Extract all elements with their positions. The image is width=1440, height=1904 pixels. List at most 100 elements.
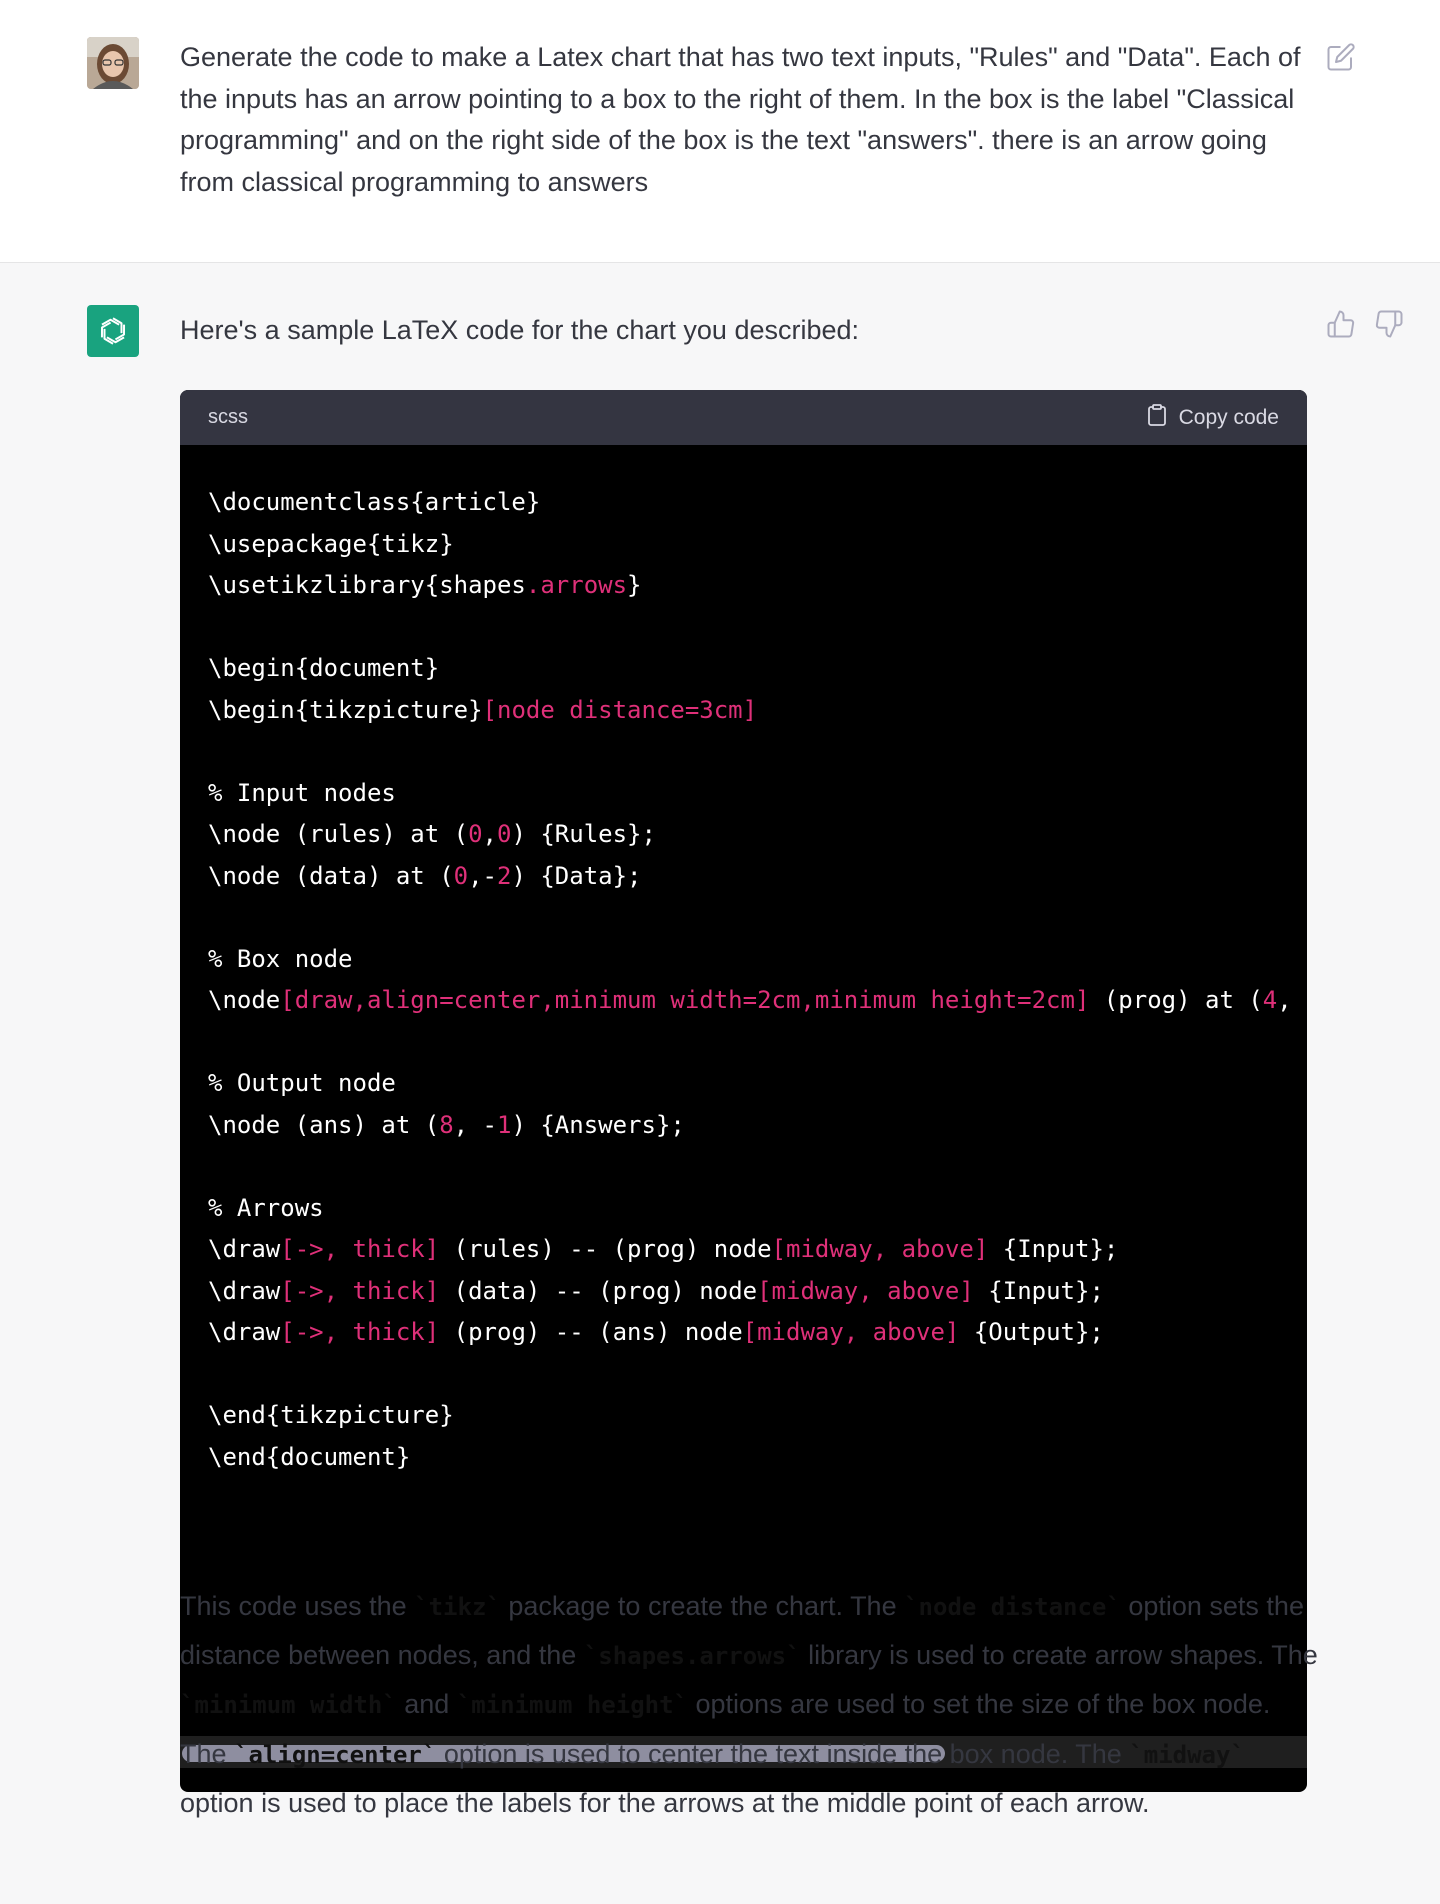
openai-logo-icon: [87, 305, 139, 357]
code-header: scss Copy code: [180, 390, 1307, 445]
code-token: [midway, above]: [771, 1235, 989, 1263]
code-token: \begin{tikzpicture}: [208, 695, 483, 724]
code-token: ,: [1277, 986, 1292, 1014]
copy-code-label: Copy code: [1178, 406, 1279, 429]
code-token: ) {Rules};: [511, 820, 656, 848]
code-line: \end{tikzpicture}: [208, 1395, 1307, 1437]
code-token: \usepackage{tikz}: [208, 529, 454, 558]
copy-code-button[interactable]: Copy code: [1145, 404, 1279, 432]
code-line: % Box node: [208, 939, 1307, 981]
assistant-intro: Here's a sample LaTeX code for the chart…: [180, 315, 860, 345]
inline-code: `midway`: [1129, 1740, 1245, 1769]
code-line: \end{document}: [208, 1437, 1307, 1479]
explanation-text: and: [396, 1689, 457, 1720]
inline-code: `node distance`: [904, 1593, 1121, 1621]
code-token: \draw: [208, 1276, 281, 1305]
inline-code: `minimum height`: [456, 1691, 688, 1720]
code-line: \node[draw,align=center,minimum width=2c…: [208, 980, 1307, 1022]
code-line: \draw[->, thick] (prog) -- (ans) node[mi…: [208, 1312, 1307, 1354]
thumbs-up-icon[interactable]: [1326, 309, 1356, 339]
code-token: ,: [482, 820, 497, 848]
code-token: % Output node: [208, 1069, 396, 1097]
inline-code: `align=center`: [234, 1740, 437, 1769]
code-token: % Box node: [208, 944, 353, 973]
code-token: \end{tikzpicture}: [208, 1401, 454, 1429]
code-token: [midway, above]: [757, 1276, 974, 1305]
code-token: % Arrows: [208, 1193, 324, 1222]
code-line: \begin{tikzpicture}[node distance=3cm]: [208, 690, 1307, 732]
code-token: ) {Data};: [511, 861, 642, 890]
code-token: (prog) at (: [1089, 986, 1263, 1014]
code-token: }: [627, 571, 642, 599]
code-line: \begin{document}: [208, 648, 1307, 690]
code-token: \usetikzlibrary{shapes: [208, 571, 526, 599]
code-token: \begin{document}: [208, 654, 440, 682]
code-token: 8: [439, 1110, 454, 1139]
code-line: \draw[->, thick] (rules) -- (prog) node[…: [208, 1229, 1307, 1271]
code-token: [->, thick]: [280, 1276, 440, 1305]
code-token: \node (data) at (: [208, 861, 454, 890]
code-line: % Arrows: [208, 1188, 1307, 1230]
code-token: (prog) -- (ans) node: [439, 1318, 743, 1346]
code-token: \node: [208, 986, 281, 1014]
code-token: 0: [497, 820, 512, 848]
code-token: [node distance=3cm]: [482, 695, 758, 724]
code-token: {Input};: [988, 1235, 1119, 1263]
code-token: {Output};: [959, 1318, 1104, 1346]
inline-code: `shapes.arrows`: [583, 1642, 801, 1671]
code-line: % Output node: [208, 1063, 1307, 1105]
code-token: ,-: [468, 861, 497, 890]
inline-code: `minimum width`: [180, 1691, 397, 1720]
code-token: (data) -- (prog) node: [439, 1276, 758, 1305]
code-token: \documentclass{article}: [208, 488, 541, 516]
code-token: \end{document}: [208, 1442, 411, 1471]
code-token: \node (ans) at (: [208, 1110, 440, 1139]
user-avatar: [87, 37, 139, 89]
code-token: [->, thick]: [280, 1318, 440, 1346]
code-line: \usepackage{tikz}: [208, 524, 1307, 566]
code-line: \node (rules) at (0,0) {Rules};: [208, 814, 1307, 856]
explanation-text: package to create the chart. The: [500, 1591, 905, 1621]
code-token: .arrows: [525, 571, 628, 599]
clipboard-icon: [1145, 402, 1169, 434]
edit-icon[interactable]: [1326, 42, 1356, 72]
code-token: , -: [453, 1110, 497, 1139]
explanation-text: This code uses the: [180, 1591, 415, 1621]
code-line: \node (data) at (0,-2) {Data};: [208, 856, 1307, 898]
explanation-text: option is used to place the labels for t…: [180, 1787, 1150, 1818]
code-token: 0: [468, 820, 483, 848]
code-token: % Input nodes: [208, 778, 396, 807]
code-token: [draw,align=center,minimum width=2cm,min…: [280, 986, 1090, 1014]
code-line: \node (ans) at (8, -1) {Answers};: [208, 1105, 1307, 1147]
code-token: \node (rules) at (: [208, 820, 469, 848]
assistant-message: Here's a sample LaTeX code for the chart…: [0, 264, 1440, 1904]
code-content[interactable]: \documentclass{article} \usepackage{tikz}…: [208, 482, 1307, 1478]
thumbs-down-icon[interactable]: [1374, 309, 1404, 339]
explanation-text: option is used to center the text inside…: [436, 1738, 1130, 1769]
explanation-text: library is used to create arrow shapes. …: [800, 1640, 1318, 1671]
code-token: [->, thick]: [280, 1235, 440, 1263]
code-line: \draw[->, thick] (data) -- (prog) node[m…: [208, 1271, 1307, 1313]
code-token: 1: [497, 1110, 512, 1139]
user-message: Generate the code to make a Latex chart …: [0, 0, 1440, 263]
code-language-label: scss: [208, 406, 248, 428]
code-token: 4: [1262, 986, 1278, 1014]
code-token: 2: [497, 861, 512, 890]
user-message-text: Generate the code to make a Latex chart …: [180, 42, 1301, 197]
code-line: \documentclass{article}: [208, 482, 1307, 524]
inline-code: `tikz`: [414, 1593, 501, 1621]
code-token: \draw: [208, 1318, 281, 1346]
code-token: 0: [453, 861, 469, 890]
assistant-explanation: This code uses the `tikz` package to cre…: [180, 1582, 1320, 1827]
code-token: (rules) -- (prog) node: [439, 1235, 772, 1263]
code-token: [midway, above]: [742, 1318, 960, 1346]
code-token: ) {Answers};: [511, 1110, 685, 1139]
code-token: {Input};: [973, 1276, 1104, 1305]
code-line: \usetikzlibrary{shapes.arrows}: [208, 565, 1307, 607]
